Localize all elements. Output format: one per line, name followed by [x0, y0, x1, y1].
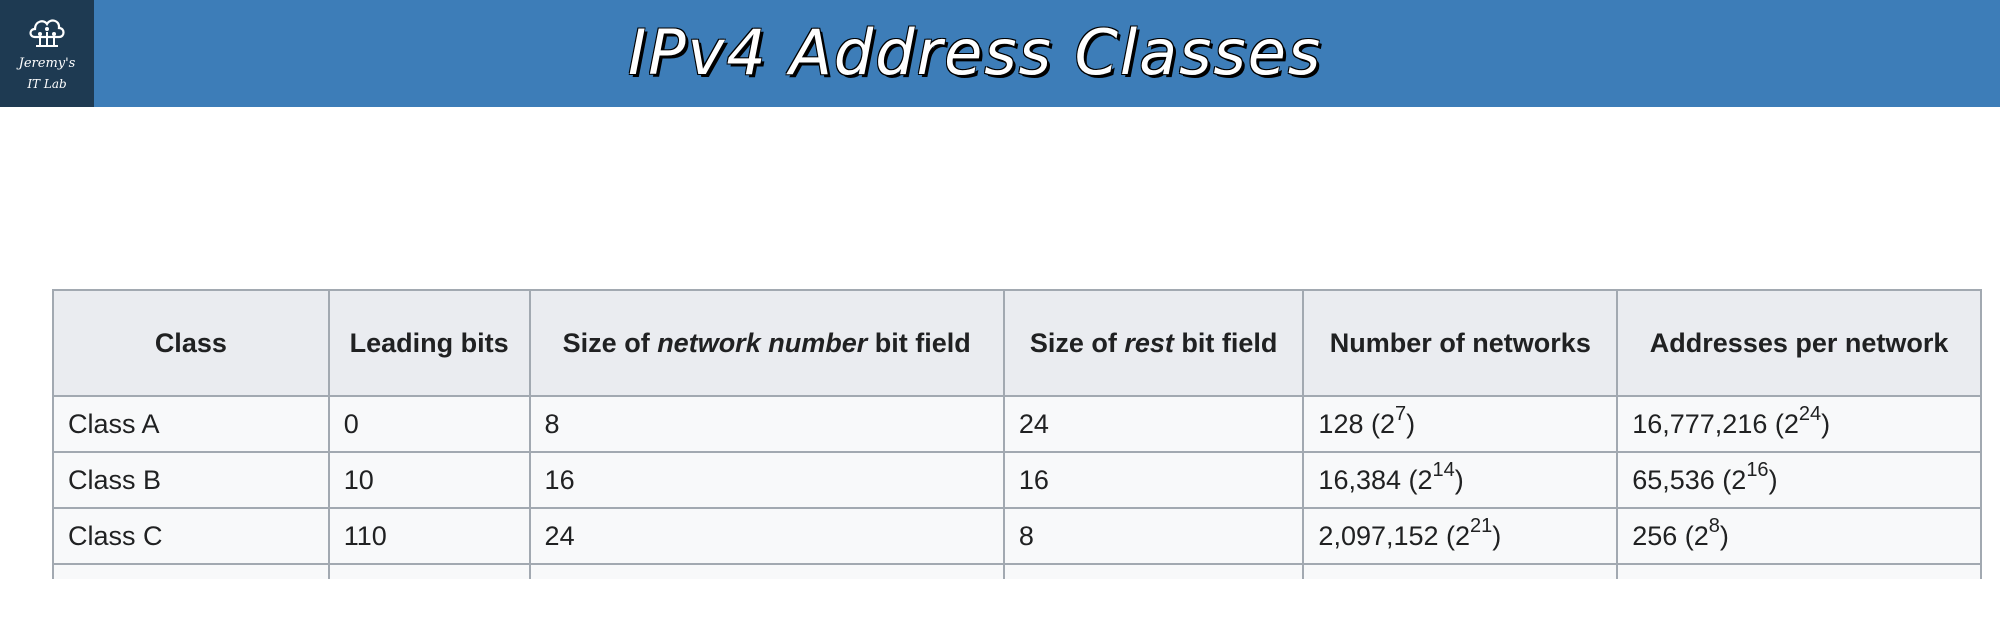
cell-network-bits: 16: [528, 451, 1005, 509]
cell-addresses: 16,777,216 (224): [1616, 395, 1982, 453]
cloud-circuit-icon: [29, 19, 65, 47]
cell-network-bits: 24: [528, 507, 1005, 565]
cell-leading-bits: 110: [327, 507, 531, 565]
table-row-partial: [52, 563, 1982, 579]
cell-networks: 128 (27): [1302, 395, 1619, 453]
table-row: Class C 110 24 8 2,097,152 (221) 256 (28…: [52, 507, 1982, 565]
jeremys-it-lab-logo: Jeremy's IT Lab: [0, 0, 94, 107]
cell-rest-bits: 8: [1002, 507, 1305, 565]
cell-leading-bits: 10: [327, 451, 531, 509]
logo-text-line1: Jeremy's: [18, 56, 76, 71]
cell-rest-bits: 16: [1002, 451, 1305, 509]
cell-network-bits: 8: [528, 395, 1005, 453]
logo-text-line2: IT Lab: [27, 77, 67, 91]
cell-networks: 2,097,152 (221): [1302, 507, 1619, 565]
table-row: Class A 0 8 24 128 (27) 16,777,216 (224): [52, 395, 1982, 453]
address-classes-table-container: Class Leading bits Size of network numbe…: [52, 289, 2000, 579]
cell-class: Class C: [52, 507, 330, 565]
address-classes-table: Class Leading bits Size of network numbe…: [52, 289, 1982, 579]
cell-leading-bits: 0: [327, 395, 531, 453]
table-row: Class B 10 16 16 16,384 (214) 65,536 (21…: [52, 451, 1982, 509]
header-network-number-size: Size of network number bit field: [528, 289, 1005, 397]
header-leading-bits: Leading bits: [327, 289, 531, 397]
header-rest-size: Size of rest bit field: [1002, 289, 1305, 397]
cell-addresses: 65,536 (216): [1616, 451, 1982, 509]
header-addresses-per-network: Addresses per network: [1616, 289, 1982, 397]
header-number-of-networks: Number of networks: [1302, 289, 1619, 397]
cell-networks: 16,384 (214): [1302, 451, 1619, 509]
title-bar: Jeremy's IT Lab IPv4 Address Classes: [0, 0, 2000, 107]
slide-title: IPv4 Address Classes: [628, 16, 1323, 89]
cell-rest-bits: 24: [1002, 395, 1305, 453]
header-class: Class: [52, 289, 330, 397]
table-header-row: Class Leading bits Size of network numbe…: [52, 289, 1982, 397]
cell-class: Class B: [52, 451, 330, 509]
cell-class: Class A: [52, 395, 330, 453]
cell-addresses: 256 (28): [1616, 507, 1982, 565]
